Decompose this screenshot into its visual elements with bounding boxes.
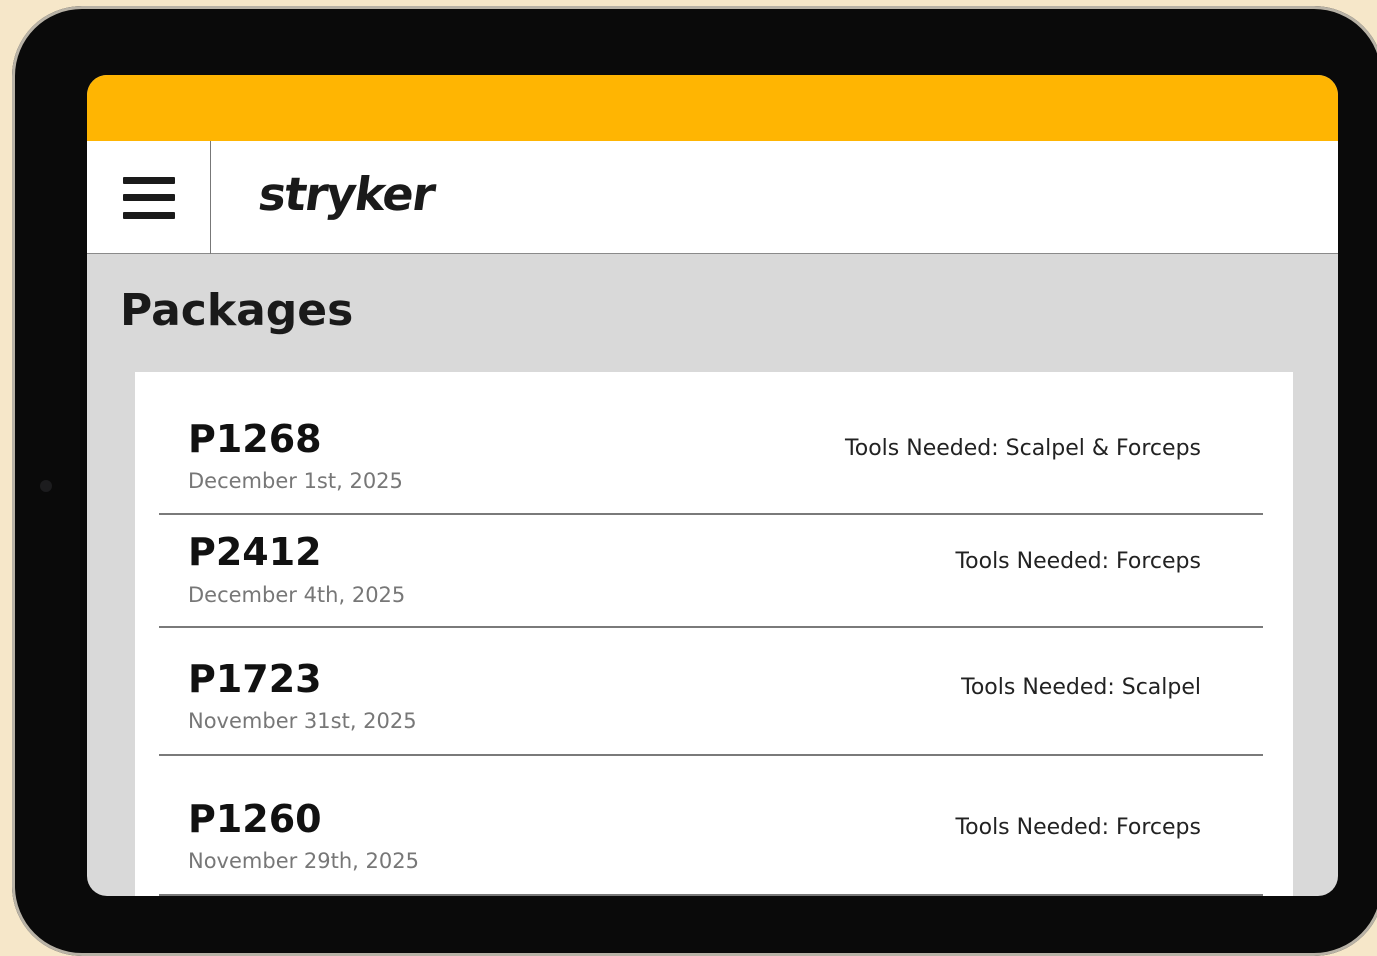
package-date: December 1st, 2025 [188, 469, 403, 493]
row-divider [159, 894, 1263, 896]
status-bar [87, 75, 1338, 141]
package-row[interactable]: P1723 November 31st, 2025 Tools Needed: … [159, 628, 1263, 756]
package-id: P1723 [188, 657, 322, 701]
package-id: P1260 [188, 797, 322, 841]
package-id: P2412 [188, 530, 322, 574]
package-row[interactable]: P1268 December 1st, 2025 Tools Needed: S… [159, 372, 1263, 515]
package-row[interactable]: P2412 December 4th, 2025 Tools Needed: F… [159, 515, 1263, 628]
package-id: P1268 [188, 417, 322, 461]
tablet-frame: stryker Packages P1268 December 1st, 202… [12, 6, 1377, 956]
app-screen: stryker Packages P1268 December 1st, 202… [87, 75, 1338, 896]
app-header: stryker [87, 141, 1338, 254]
package-date: November 29th, 2025 [188, 849, 419, 873]
package-date: November 31st, 2025 [188, 709, 417, 733]
package-tools: Tools Needed: Forceps [955, 549, 1201, 574]
package-tools: Tools Needed: Forceps [955, 815, 1201, 840]
hamburger-menu-icon [122, 176, 175, 219]
package-list: P1268 December 1st, 2025 Tools Needed: S… [135, 372, 1293, 896]
package-tools: Tools Needed: Scalpel & Forceps [845, 436, 1201, 461]
package-tools: Tools Needed: Scalpel [961, 675, 1201, 700]
package-row[interactable]: P1260 November 29th, 2025 Tools Needed: … [159, 756, 1263, 896]
package-date: December 4th, 2025 [188, 583, 406, 607]
menu-button[interactable] [87, 141, 211, 254]
brand-logo: stryker [255, 167, 438, 221]
camera-dot [40, 480, 52, 492]
page-title: Packages [120, 285, 354, 336]
